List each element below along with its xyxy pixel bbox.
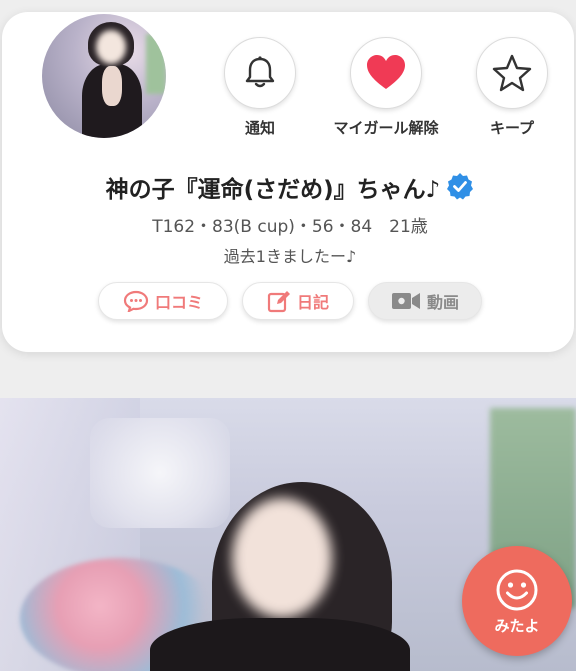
keep-label: キープ — [489, 119, 535, 137]
avatar-figure-skin — [102, 66, 122, 106]
video-camera-icon — [391, 293, 420, 309]
keep-button[interactable]: キープ — [462, 37, 562, 138]
mygirl-button-circle[interactable] — [350, 37, 422, 109]
edit-icon — [267, 291, 290, 313]
notify-label: 通知 — [244, 119, 275, 137]
profile-comment: 過去1きましたー♪ — [223, 247, 357, 266]
profile-name-text: 神の子『運命(さだめ)』ちゃん♪ — [105, 177, 441, 203]
video-label: 動画 — [426, 293, 459, 312]
photo-figure-face — [232, 498, 332, 618]
keep-button-circle[interactable] — [476, 37, 548, 109]
heart-icon — [367, 55, 405, 89]
notify-button-circle[interactable] — [224, 37, 296, 109]
kuchikomi-label: 口コミ — [154, 293, 203, 312]
avatar-figure-face — [96, 30, 126, 64]
video-button[interactable]: 動画 — [368, 282, 482, 320]
profile-card: 通知 マイガール解除 キープ 神の子『運命(さだめ)』ちゃん♪ T162・83(… — [2, 12, 574, 352]
profile-name: 神の子『運命(さだめ)』ちゃん♪ — [2, 170, 576, 204]
photo-figure-body — [150, 618, 410, 671]
avatar[interactable] — [42, 14, 166, 138]
chat-bubble-icon — [123, 290, 149, 312]
mitayo-button[interactable]: みたよ — [462, 546, 572, 656]
photo-chandelier — [90, 418, 230, 528]
mygirl-remove-label: マイガール解除 — [333, 119, 439, 137]
avatar-background-plant — [146, 34, 166, 94]
smiley-icon — [496, 569, 538, 610]
mitayo-label: みたよ — [494, 616, 540, 635]
bell-icon — [245, 56, 275, 88]
diary-button[interactable]: 日記 — [242, 282, 354, 320]
diary-label: 日記 — [296, 293, 329, 312]
profile-stats: T162・83(B cup)・56・84 21歳 — [152, 217, 428, 237]
verified-icon — [447, 173, 474, 200]
kuchikomi-button[interactable]: 口コミ — [98, 282, 228, 320]
star-icon — [492, 54, 532, 92]
mygirl-remove-button[interactable]: マイガール解除 — [333, 37, 439, 138]
notify-button[interactable]: 通知 — [210, 37, 310, 138]
